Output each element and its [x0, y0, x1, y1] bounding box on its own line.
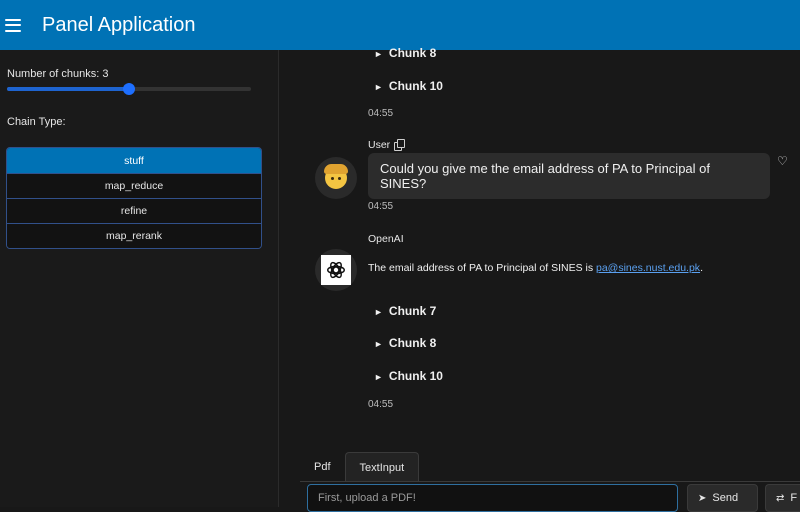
chunk-toggle[interactable]: ► Chunk 7: [374, 304, 436, 318]
app-title: Panel Application: [42, 13, 196, 36]
openai-logo-icon: [321, 255, 351, 285]
chain-type-label: Chain Type:: [7, 116, 66, 128]
chunks-slider[interactable]: [7, 83, 251, 95]
chunk-toggle[interactable]: ► Chunk 10: [374, 79, 443, 93]
sender-name-assistant: OpenAI: [368, 233, 404, 245]
chain-option-map-rerank[interactable]: map_rerank: [7, 223, 261, 248]
triangle-right-icon: ►: [374, 339, 383, 349]
triangle-right-icon: ►: [374, 82, 383, 92]
tab-pdf[interactable]: Pdf: [300, 452, 345, 482]
chain-option-stuff[interactable]: stuff: [7, 148, 261, 173]
tab-textinput[interactable]: TextInput: [344, 452, 420, 482]
user-avatar: [315, 157, 357, 199]
sender-name-user: User: [368, 139, 391, 151]
chat-area: ► Chunk 8 ► Chunk 10 04:55 User Could you …: [280, 46, 800, 512]
message-time: 04:55: [368, 201, 394, 212]
chunks-label: Number of chunks: 3: [7, 68, 109, 80]
slider-fill: [7, 87, 129, 91]
triangle-right-icon: ►: [374, 307, 383, 317]
message-time: 04:55: [368, 399, 394, 410]
triangle-right-icon: ►: [374, 49, 383, 59]
chain-option-refine[interactable]: refine: [7, 198, 261, 223]
chunk-toggle[interactable]: ► Chunk 10: [374, 369, 443, 383]
assistant-avatar: [315, 249, 357, 291]
copy-icon[interactable]: [394, 139, 405, 151]
repeat-icon: ⇄: [776, 492, 785, 504]
heart-icon[interactable]: ♡: [777, 154, 788, 168]
chain-type-selector: stuff map_reduce refine map_rerank: [6, 147, 262, 249]
chunk-toggle[interactable]: ► Chunk 8: [374, 336, 436, 350]
sidebar: Number of chunks: 3 Chain Type: stuff ma…: [0, 50, 279, 507]
user-message-bubble: Could you give me the email address of P…: [368, 153, 770, 199]
assistant-message: The email address of PA to Principal of …: [368, 262, 703, 274]
chain-option-map-reduce[interactable]: map_reduce: [7, 173, 261, 198]
user-face-icon: [324, 164, 348, 189]
rerun-button[interactable]: ⇄ F: [765, 484, 800, 512]
slider-thumb[interactable]: [123, 83, 135, 95]
hamburger-menu-icon[interactable]: [5, 18, 21, 32]
input-tabs: Pdf TextInput: [300, 452, 420, 482]
chunk-toggle[interactable]: ► Chunk 8: [374, 46, 436, 60]
tabs-divider: [300, 481, 800, 482]
email-link[interactable]: pa@sines.nust.edu.pk: [596, 262, 700, 274]
app-header: Panel Application: [0, 0, 800, 50]
paper-plane-icon: ➤: [698, 492, 707, 504]
message-time: 04:55: [368, 108, 394, 119]
chat-input[interactable]: [307, 484, 678, 512]
send-button[interactable]: ➤ Send: [687, 484, 758, 512]
triangle-right-icon: ►: [374, 372, 383, 382]
